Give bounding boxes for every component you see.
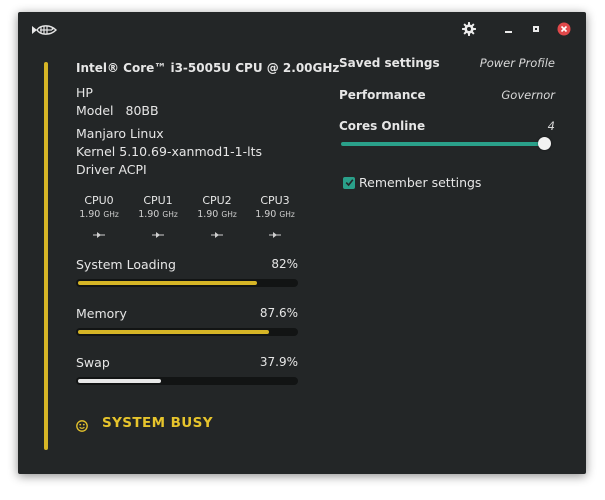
core-name: CPU0 [84, 194, 114, 207]
core-frequency: 1.90 GHz [79, 209, 119, 220]
slider-track[interactable] [341, 142, 545, 146]
model-label: Model [76, 103, 114, 118]
swap-label: Swap [76, 355, 110, 370]
close-button[interactable] [556, 21, 572, 37]
maximize-button[interactable] [528, 21, 544, 37]
memory-label: Memory [76, 306, 127, 321]
saved-settings-label: Saved settings [339, 56, 440, 70]
titlebar [18, 12, 586, 46]
os-name: Manjaro Linux [76, 126, 164, 141]
saved-settings-row[interactable]: Saved settings Power Profile [339, 56, 555, 74]
status-text: SYSTEM BUSY [102, 415, 213, 431]
governor-icon [211, 224, 223, 238]
swap-fill [78, 379, 161, 383]
memory-bar [76, 328, 298, 336]
core-frequency: 1.90 GHz [138, 209, 178, 220]
core-name: CPU1 [143, 194, 173, 207]
cores-online-label: Cores Online [339, 119, 426, 133]
gear-icon [462, 22, 476, 36]
remember-settings-checkbox[interactable] [343, 176, 355, 189]
close-icon [557, 22, 571, 36]
performance-row[interactable]: Performance Governor [339, 88, 555, 106]
cpu-model: Intel® Core™ i3-5005U CPU @ 2.00GHz [76, 61, 340, 75]
governor-icon [152, 224, 164, 238]
system-load-vertical-bar [44, 62, 48, 450]
cpu-core-1: CPU1 1.90 GHz [133, 194, 183, 238]
system-loading-label: System Loading [76, 257, 176, 272]
cpu-core-2: CPU2 1.90 GHz [192, 194, 242, 238]
core-name: CPU3 [260, 194, 290, 207]
settings-gear-button[interactable] [461, 21, 477, 37]
core-frequency: 1.90 GHz [197, 209, 237, 220]
cores-online-value: 4 [547, 119, 555, 133]
slider-handle[interactable] [538, 137, 551, 150]
swap-value: 37.9% [259, 355, 298, 369]
smiley-icon [76, 417, 88, 432]
memory-fill [78, 330, 269, 334]
model-value: 80BB [125, 103, 159, 118]
cores-online-slider[interactable] [341, 137, 551, 151]
saved-settings-value[interactable]: Power Profile [480, 56, 555, 70]
core-frequency: 1.90 GHz [255, 209, 295, 220]
cpu-core-3: CPU3 1.90 GHz [250, 194, 300, 238]
checkmark-icon [345, 179, 353, 187]
kernel-version: Kernel 5.10.69-xanmod1-1-lts [76, 144, 263, 159]
governor-icon [269, 224, 281, 238]
cores-online-row: Cores Online 4 [339, 119, 555, 137]
model-row: Model 80BB [76, 103, 159, 118]
remember-settings-label: Remember settings [359, 175, 482, 190]
minimize-button[interactable] [500, 21, 516, 37]
system-status: SYSTEM BUSY [76, 415, 213, 432]
fish-logo-icon [30, 22, 58, 36]
system-loading-value: 82% [271, 257, 298, 271]
memory-value: 87.6% [259, 306, 298, 320]
performance-value[interactable]: Governor [501, 88, 555, 102]
maximize-icon [533, 26, 539, 32]
system-loading-bar [76, 279, 298, 287]
performance-label: Performance [339, 88, 426, 102]
app-window: Intel® Core™ i3-5005U CPU @ 2.00GHz HP M… [18, 12, 586, 474]
swap-bar [76, 377, 298, 385]
vendor: HP [76, 85, 93, 100]
driver: Driver ACPI [76, 162, 147, 177]
governor-icon [93, 224, 105, 238]
core-name: CPU2 [202, 194, 232, 207]
minimize-icon [504, 30, 512, 33]
remember-settings-row[interactable]: Remember settings [343, 175, 481, 190]
system-loading-fill [78, 281, 257, 285]
cpu-core-0: CPU0 1.90 GHz [74, 194, 124, 238]
